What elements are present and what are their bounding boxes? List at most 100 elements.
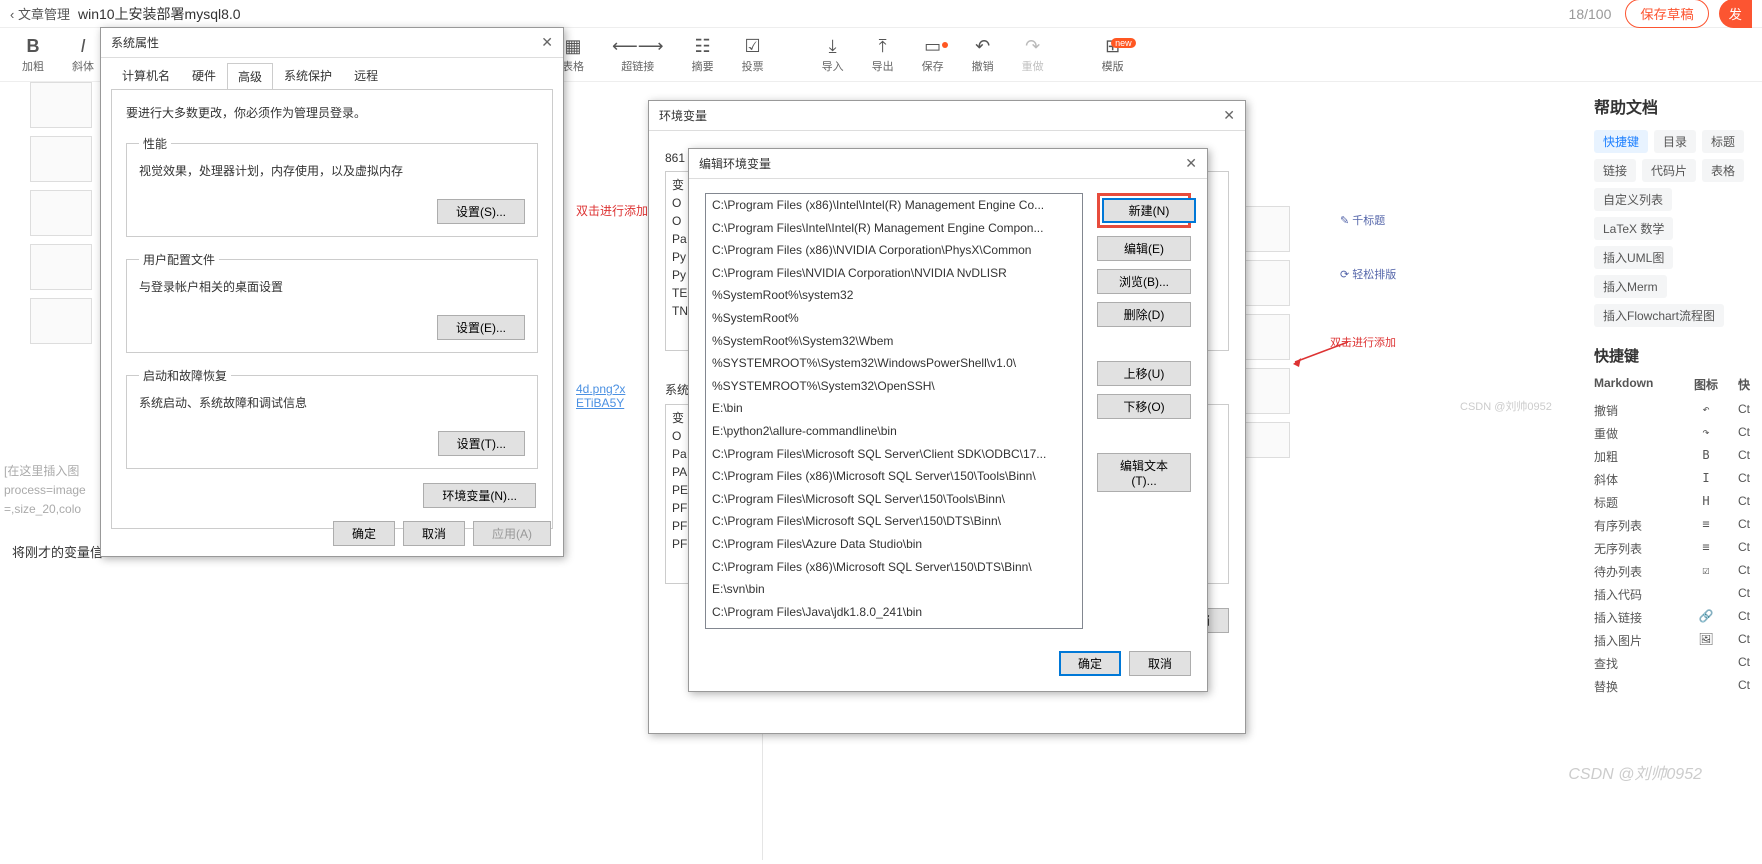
- path-entry[interactable]: C:\Program Files\Microsoft SQL Server\Cl…: [706, 443, 1082, 466]
- page-thumb[interactable]: [30, 244, 92, 290]
- path-entry[interactable]: C:\Program Files\NVIDIA Corporation\NVID…: [706, 262, 1082, 285]
- export-tool[interactable]: ⤒导出: [858, 36, 908, 74]
- path-entry[interactable]: C:\Program Files (x86)\NVIDIA Corporatio…: [706, 239, 1082, 262]
- shortcut-row: 标题HCt: [1594, 491, 1750, 514]
- redo-tool[interactable]: ↷重做: [1008, 36, 1058, 74]
- page-thumb[interactable]: [30, 190, 92, 236]
- red-annotation: 双击进行添加: [576, 202, 648, 219]
- path-list[interactable]: C:\Program Files (x86)\Intel\Intel(R) Ma…: [705, 193, 1083, 629]
- shortcut-row: 查找Ct: [1594, 652, 1750, 675]
- dialog-tab[interactable]: 硬件: [181, 62, 227, 89]
- shortcut-row: 插入代码Ct: [1594, 583, 1750, 606]
- apply-button[interactable]: 应用(A): [473, 521, 551, 546]
- path-entry[interactable]: C:\Program Files (x86)\Microsoft SQL Ser…: [706, 556, 1082, 579]
- page-thumb[interactable]: [30, 298, 92, 344]
- move-down-button[interactable]: 下移(O): [1097, 394, 1191, 419]
- template-tool[interactable]: new⊞模版: [1088, 36, 1138, 74]
- editor-partial-text: [在这里插入图 process=image =,size_20,colo: [0, 462, 86, 520]
- help-tag[interactable]: 插入Flowchart流程图: [1594, 304, 1724, 327]
- help-tag[interactable]: 插入Merm: [1594, 275, 1667, 298]
- import-icon: ⤓: [829, 36, 837, 58]
- help-tag[interactable]: 代码片: [1642, 159, 1696, 182]
- edit-button[interactable]: 编辑(E): [1097, 236, 1191, 261]
- hyperlink-tool[interactable]: ⟵⟶超链接: [598, 36, 678, 74]
- page-thumb[interactable]: [30, 136, 92, 182]
- dialog-titlebar[interactable]: 环境变量 ✕: [649, 101, 1245, 131]
- path-entry[interactable]: C:\Program Files\Microsoft SQL Server\15…: [706, 488, 1082, 511]
- startup-settings-button[interactable]: 设置(T)...: [438, 431, 525, 456]
- undo-tool[interactable]: ↶撤销: [958, 36, 1008, 74]
- vote-tool[interactable]: ☑投票: [728, 36, 778, 74]
- path-entry[interactable]: C:\Program Files\Git\cmd: [706, 623, 1082, 629]
- path-entry[interactable]: C:\Program Files\Microsoft SQL Server\15…: [706, 510, 1082, 533]
- article-title-input[interactable]: [78, 6, 378, 22]
- help-tag[interactable]: 插入UML图: [1594, 246, 1673, 269]
- delete-button[interactable]: 删除(D): [1097, 302, 1191, 327]
- button-column: 新建(N) 编辑(E) 浏览(B)... 删除(D) 上移(U) 下移(O) 编…: [1097, 193, 1191, 629]
- dialog-tab[interactable]: 系统保护: [273, 62, 343, 89]
- top-bar: ‹ 文章管理 18/100 保存草稿 发: [0, 0, 1762, 28]
- help-tag[interactable]: 标题: [1702, 130, 1744, 153]
- shortcut-row: 重做↷Ct: [1594, 422, 1750, 445]
- path-entry[interactable]: E:\svn\bin: [706, 578, 1082, 601]
- move-up-button[interactable]: 上移(U): [1097, 361, 1191, 386]
- edit-text-button[interactable]: 编辑文本(T)...: [1097, 453, 1191, 492]
- dialog-titlebar[interactable]: 系统属性 ✕: [101, 28, 563, 58]
- save-draft-button[interactable]: 保存草稿: [1625, 0, 1708, 28]
- path-entry[interactable]: E:\bin: [706, 397, 1082, 420]
- help-tag[interactable]: 目录: [1654, 130, 1696, 153]
- path-entry[interactable]: C:\Program Files (x86)\Intel\Intel(R) Ma…: [706, 194, 1082, 217]
- path-entry[interactable]: %SystemRoot%\System32\Wbem: [706, 330, 1082, 353]
- dialog-tab[interactable]: 计算机名: [111, 62, 181, 89]
- path-entry[interactable]: %SYSTEMROOT%\System32\WindowsPowerShell\…: [706, 352, 1082, 375]
- ok-button[interactable]: 确定: [333, 521, 395, 546]
- link-icon: ⟵⟶: [612, 36, 664, 58]
- vote-icon: ☑: [745, 36, 761, 58]
- publish-button[interactable]: 发: [1719, 0, 1752, 28]
- dialog-tab[interactable]: 远程: [343, 62, 389, 89]
- new-button[interactable]: 新建(N): [1102, 198, 1196, 223]
- shortcut-row: 无序列表≡Ct: [1594, 537, 1750, 560]
- path-entry[interactable]: C:\Program Files\Azure Data Studio\bin: [706, 533, 1082, 556]
- edit-env-var-dialog: 编辑环境变量 ✕ C:\Program Files (x86)\Intel\In…: [688, 148, 1208, 692]
- close-icon[interactable]: ✕: [1185, 155, 1197, 172]
- cancel-button[interactable]: 取消: [1129, 651, 1191, 676]
- summary-tool[interactable]: ☷摘要: [678, 36, 728, 74]
- help-tag[interactable]: LaTeX 数学: [1594, 217, 1673, 240]
- watermark: CSDN @刘帅0952: [1568, 760, 1702, 784]
- close-icon[interactable]: ✕: [541, 34, 553, 51]
- ok-button[interactable]: 确定: [1059, 651, 1121, 676]
- tab-panel: 要进行大多数更改，你必须作为管理员登录。 性能 视觉效果，处理器计划，内存使用，…: [111, 89, 553, 529]
- help-tag[interactable]: 表格: [1702, 159, 1744, 182]
- redo-icon: ↷: [1025, 36, 1040, 58]
- back-link[interactable]: ‹ 文章管理: [10, 4, 70, 23]
- env-vars-button[interactable]: 环境变量(N)...: [423, 483, 536, 508]
- browse-button[interactable]: 浏览(B)...: [1097, 269, 1191, 294]
- path-entry[interactable]: C:\Program Files (x86)\Microsoft SQL Ser…: [706, 465, 1082, 488]
- close-icon[interactable]: ✕: [1223, 107, 1235, 124]
- help-tag[interactable]: 链接: [1594, 159, 1636, 182]
- performance-group: 性能 视觉效果，处理器计划，内存使用，以及虚拟内存 设置(S)...: [126, 135, 538, 237]
- dialog-tabs: 计算机名硬件高级系统保护远程: [101, 62, 563, 89]
- profile-settings-button[interactable]: 设置(E)...: [437, 315, 525, 340]
- page-thumb[interactable]: [30, 82, 92, 128]
- path-entry[interactable]: C:\Program Files\Intel\Intel(R) Manageme…: [706, 217, 1082, 240]
- path-entry[interactable]: %SYSTEMROOT%\System32\OpenSSH\: [706, 375, 1082, 398]
- import-tool[interactable]: ⤓导入: [808, 36, 858, 74]
- bold-tool[interactable]: B加粗: [8, 36, 58, 74]
- path-entry[interactable]: %SystemRoot%: [706, 307, 1082, 330]
- new-button-highlight: 新建(N): [1097, 193, 1191, 228]
- help-title: 帮助文档: [1594, 94, 1750, 118]
- dialog-tab[interactable]: 高级: [227, 63, 273, 90]
- help-tag[interactable]: 快捷键: [1594, 130, 1648, 153]
- dialog-titlebar[interactable]: 编辑环境变量 ✕: [689, 149, 1207, 179]
- help-tag[interactable]: 自定义列表: [1594, 188, 1672, 211]
- save-tool[interactable]: ▭保存: [908, 36, 958, 74]
- profile-group: 用户配置文件 与登录帐户相关的桌面设置 设置(E)...: [126, 251, 538, 353]
- path-entry[interactable]: C:\Program Files\Java\jdk1.8.0_241\bin: [706, 601, 1082, 624]
- perf-settings-button[interactable]: 设置(S)...: [437, 199, 525, 224]
- path-entry[interactable]: E:\python2\allure-commandline\bin: [706, 420, 1082, 443]
- path-entry[interactable]: %SystemRoot%\system32: [706, 284, 1082, 307]
- cancel-button[interactable]: 取消: [403, 521, 465, 546]
- shortcut-row: 插入链接🔗Ct: [1594, 606, 1750, 629]
